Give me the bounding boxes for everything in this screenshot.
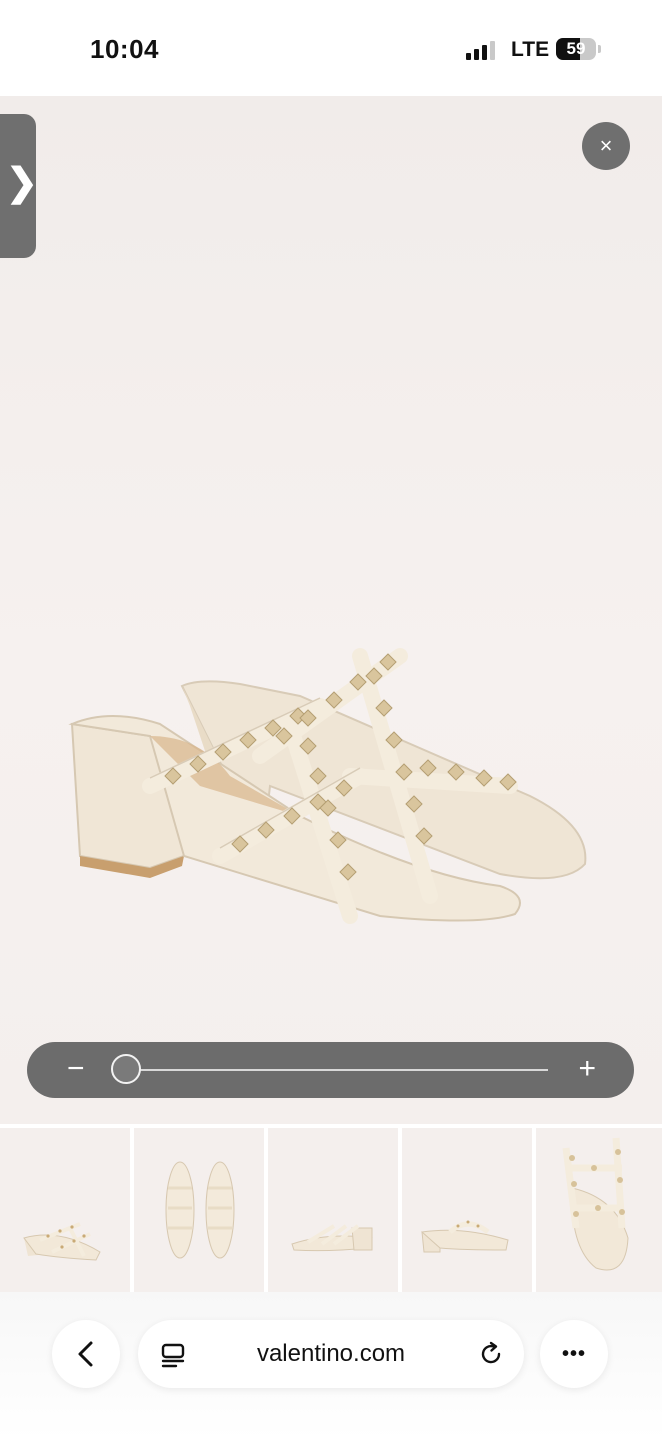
close-icon: × xyxy=(599,133,613,158)
zoom-in-button[interactable]: + xyxy=(578,1052,596,1086)
clock: 10:04 xyxy=(90,34,159,64)
product-image-viewer[interactable]: ❯ × − + xyxy=(0,96,662,1124)
thumbnail-2[interactable] xyxy=(134,1128,264,1292)
cellular-signal-icon xyxy=(466,40,500,60)
battery-tip xyxy=(598,45,601,53)
chevron-right-icon: ❯ xyxy=(6,162,38,204)
reload-icon[interactable] xyxy=(478,1341,504,1367)
side-panel-toggle[interactable]: ❯ xyxy=(0,114,38,258)
thumbnail-image xyxy=(291,1224,373,1252)
network-type: LTE xyxy=(511,38,550,61)
thumbnail-strip xyxy=(0,1128,662,1292)
close-button[interactable]: × xyxy=(582,122,630,170)
product-image xyxy=(68,648,587,924)
back-button[interactable] xyxy=(52,1320,120,1388)
more-button[interactable]: ••• xyxy=(540,1320,608,1388)
thumbnail-5[interactable] xyxy=(536,1128,662,1292)
thumbnail-3[interactable] xyxy=(268,1128,398,1292)
thumbnail-image xyxy=(420,1220,509,1253)
thumbnail-image xyxy=(562,1137,629,1271)
thumbnail-1[interactable] xyxy=(0,1128,130,1292)
address-bar[interactable]: valentino.com xyxy=(138,1320,524,1388)
zoom-control: − + xyxy=(27,1042,634,1098)
back-arrow-icon xyxy=(78,1341,93,1367)
browser-toolbar: valentino.com ••• xyxy=(0,1292,662,1440)
battery-icon: 59 xyxy=(556,38,596,60)
thumbnail-image xyxy=(165,1161,235,1259)
zoom-slider-thumb[interactable] xyxy=(111,1054,141,1084)
zoom-out-button[interactable]: − xyxy=(67,1052,85,1086)
thumbnail-image xyxy=(23,1222,101,1261)
url-text: valentino.com xyxy=(256,1340,406,1367)
thumbnail-4[interactable] xyxy=(402,1128,532,1292)
more-icon: ••• xyxy=(561,1343,586,1365)
zoom-slider-track[interactable] xyxy=(127,1069,548,1071)
status-bar: 10:04 LTE 59 xyxy=(0,0,662,96)
battery-level: 59 xyxy=(566,39,586,58)
